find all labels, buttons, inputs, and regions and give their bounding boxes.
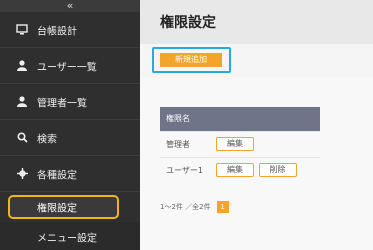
sidebar-subitem-label: 権限設定 <box>37 203 77 215</box>
sidebar-item-label: 管理者一覧 <box>37 98 87 109</box>
add-button-highlight: 新規追加 <box>152 47 231 73</box>
permission-table: 権限名 管理者 編集 ユーザー1 編集 削除 <box>160 107 320 183</box>
gear-icon <box>16 168 28 180</box>
page-title: 権限設定 <box>160 15 216 31</box>
sidebar-subitem-label: メニュー設定 <box>37 233 97 245</box>
pagination-summary: 1〜2件 ／全2件 <box>160 203 211 211</box>
content-area: 権限名 管理者 編集 ユーザー1 編集 削除 1〜2件 ／全2件 1 <box>140 78 373 250</box>
user-icon <box>16 60 28 72</box>
edit-button[interactable]: 編集 <box>216 163 254 178</box>
sidebar-item-label: 各種設定 <box>37 170 77 181</box>
sidebar-item-search[interactable]: 検索 <box>0 120 140 156</box>
main-panel: 権限設定 新規追加 権限名 管理者 編集 ユーザー1 編集 削除 1〜2件 ／全… <box>140 0 373 250</box>
monitor-icon <box>16 24 28 36</box>
column-header-actions <box>210 107 320 131</box>
permission-name-cell: 管理者 <box>160 130 210 157</box>
sidebar-item-label: 検索 <box>37 134 57 145</box>
table-row: 管理者 編集 <box>160 130 320 157</box>
sidebar-item-ledger-design[interactable]: 台帳設計 <box>0 12 140 48</box>
actions-cell: 編集 削除 <box>210 156 320 183</box>
sidebar: « 台帳設計 ユーザー一覧 管理者一覧 検索 各種設定 権限設定 メニュー設定 <box>0 0 140 250</box>
page-header: 権限設定 <box>140 0 373 44</box>
search-icon <box>16 132 28 144</box>
toolbar: 新規追加 <box>140 44 373 78</box>
sidebar-subitem-menu-settings[interactable]: メニュー設定 <box>0 222 140 250</box>
sidebar-item-user-list[interactable]: ユーザー一覧 <box>0 48 140 84</box>
delete-button[interactable]: 削除 <box>258 163 297 178</box>
sidebar-collapse-button[interactable]: « <box>0 0 140 12</box>
sidebar-item-label: ユーザー一覧 <box>37 62 97 73</box>
column-header-permission-name: 権限名 <box>160 107 210 131</box>
sidebar-item-admin-list[interactable]: 管理者一覧 <box>0 84 140 120</box>
sidebar-item-label: 台帳設計 <box>37 26 77 37</box>
table-header-row: 権限名 <box>160 107 320 131</box>
pagination: 1〜2件 ／全2件 1 <box>160 201 229 213</box>
sidebar-subitem-permission-settings[interactable]: 権限設定 <box>8 195 119 219</box>
page-number-button[interactable]: 1 <box>216 201 229 213</box>
actions-cell: 編集 <box>210 130 320 157</box>
permission-name-cell: ユーザー1 <box>160 156 210 183</box>
add-new-button[interactable]: 新規追加 <box>160 53 222 67</box>
sidebar-item-settings[interactable]: 各種設定 <box>0 156 140 192</box>
table-row: ユーザー1 編集 削除 <box>160 156 320 183</box>
user-icon <box>16 96 28 108</box>
edit-button[interactable]: 編集 <box>216 137 254 151</box>
